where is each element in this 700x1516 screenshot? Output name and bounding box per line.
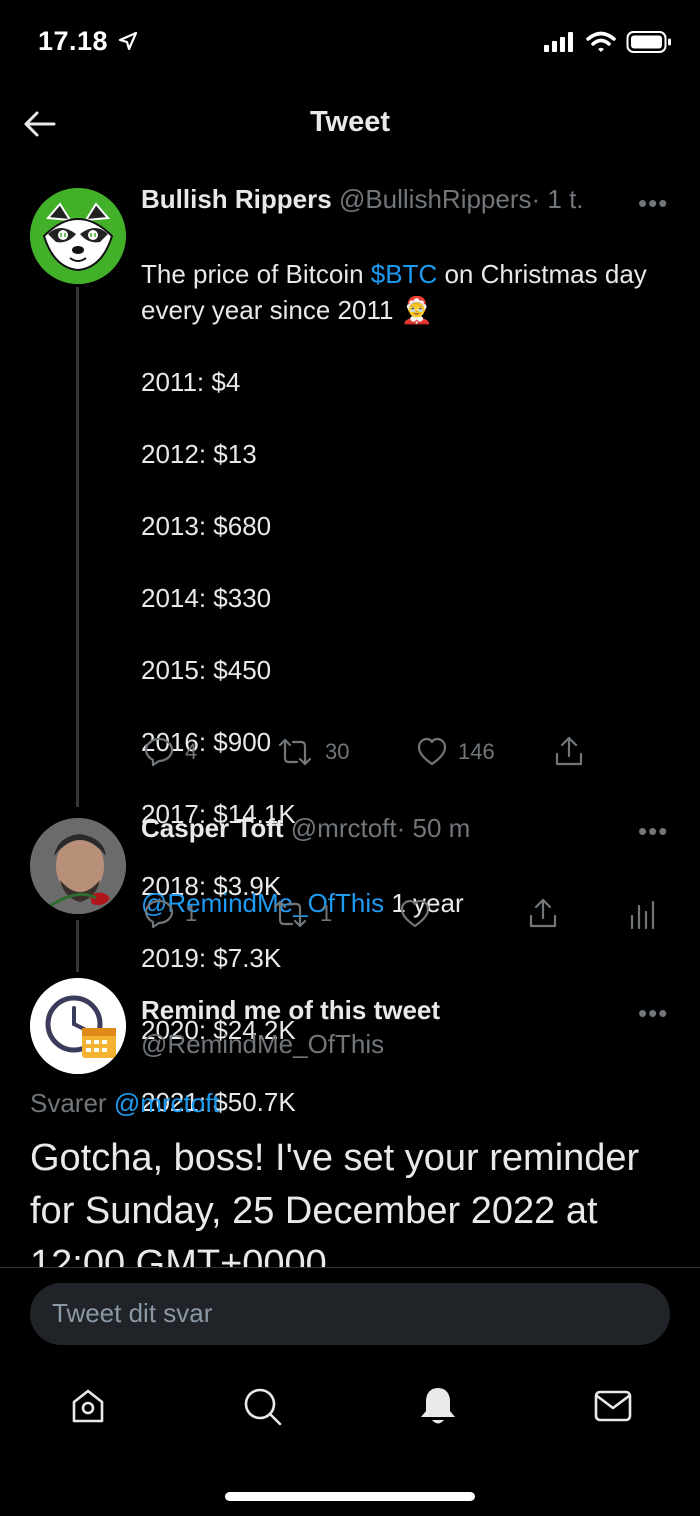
reply-input[interactable]: Tweet dit svar: [30, 1283, 670, 1345]
price-line: 2014: $330: [141, 583, 272, 613]
avatar[interactable]: [30, 818, 126, 914]
raccoon-logo-icon: [30, 188, 126, 284]
status-time-text: 17.18: [38, 26, 109, 56]
search-icon: [244, 1388, 282, 1426]
like-button[interactable]: [399, 898, 431, 930]
reply-icon: [144, 737, 174, 767]
analytics-button[interactable]: [628, 898, 656, 930]
display-name[interactable]: Bullish Rippers: [141, 184, 332, 214]
analytics-icon: [630, 900, 655, 930]
price-line: 2015: $450: [141, 655, 272, 685]
heart-icon: [400, 899, 430, 928]
cashtag-link[interactable]: $BTC: [371, 259, 437, 289]
tweet-header: Casper Toft @mrctoft· 50 m: [141, 813, 470, 844]
replying-to: Svarer @mrctoft: [30, 1088, 220, 1119]
home-indicator: [225, 1492, 475, 1501]
handle[interactable]: @RemindMe_OfThis: [141, 1029, 384, 1060]
display-name[interactable]: Remind me of this tweet: [141, 995, 440, 1025]
santa-emoji: 🤶: [400, 295, 434, 325]
handle[interactable]: @BullishRippers: [339, 184, 532, 214]
replying-to-prefix: Svarer: [30, 1088, 114, 1118]
page-title: Tweet: [309, 106, 391, 138]
tab-search[interactable]: [242, 1386, 284, 1433]
tab-messages[interactable]: [593, 1388, 633, 1429]
retweet-button[interactable]: 30: [275, 736, 349, 768]
status-icons: [544, 30, 672, 54]
home-icon: [72, 1389, 104, 1423]
timestamp[interactable]: · 50 m: [397, 813, 471, 843]
reply-placeholder: Tweet dit svar: [52, 1298, 213, 1328]
retweet-icon: [278, 738, 312, 766]
battery-icon: [626, 31, 671, 53]
tab-notifications[interactable]: [418, 1385, 458, 1432]
bell-icon: [421, 1388, 455, 1424]
reply-count: 4: [185, 739, 198, 764]
mail-icon: [594, 1390, 632, 1422]
price-line: 2019: $7.3K: [141, 943, 282, 973]
reply-button[interactable]: 4: [143, 736, 197, 768]
more-options-button[interactable]: •••: [638, 188, 668, 219]
thread-line: [76, 287, 79, 807]
retweet-count: 30: [325, 739, 350, 764]
like-button[interactable]: 146: [416, 736, 495, 768]
price-line: 2011: $4: [141, 367, 241, 397]
heart-icon: [417, 737, 447, 766]
avatar[interactable]: [30, 188, 126, 284]
display-name[interactable]: Casper Toft: [141, 813, 284, 843]
timestamp[interactable]: · 1 t.: [532, 184, 584, 214]
focused-tweet-text-clip: Gotcha, boss! I've set your reminder for…: [30, 1132, 680, 1267]
retweet-count: 1: [320, 901, 333, 926]
price-line: 2012: $13: [141, 439, 257, 469]
location-arrow-icon: [118, 31, 138, 51]
reply-icon: [144, 899, 174, 929]
tweet-body: The price of Bitcoin $BTC on Christmas d…: [141, 220, 661, 328]
share-button[interactable]: [527, 896, 559, 930]
avatar[interactable]: [30, 978, 126, 1074]
price-line: 2013: $680: [141, 511, 272, 541]
more-options-button[interactable]: •••: [638, 998, 668, 1029]
signal-icon: [544, 32, 573, 52]
clock-calendar-logo-icon: [30, 978, 126, 1074]
tab-home[interactable]: [68, 1386, 108, 1431]
tweet-text: The price of Bitcoin: [141, 259, 371, 289]
retweet-button[interactable]: 1: [270, 898, 332, 930]
tweet-header: Remind me of this tweet: [141, 995, 440, 1026]
thread-line: [76, 920, 79, 972]
focused-tweet-text: Gotcha, boss! I've set your reminder for…: [30, 1137, 640, 1267]
more-options-button[interactable]: •••: [638, 816, 668, 847]
mention-link[interactable]: @mrctoft: [114, 1088, 220, 1118]
share-icon: [529, 898, 557, 928]
share-button[interactable]: [553, 734, 585, 768]
profile-photo-icon: [30, 818, 126, 914]
handle[interactable]: @mrctoft: [291, 813, 397, 843]
reply-button[interactable]: 1: [143, 898, 197, 930]
reply-count: 1: [185, 901, 198, 926]
status-time: 17.18: [38, 26, 138, 57]
like-count: 146: [458, 739, 495, 764]
retweet-icon: [273, 900, 307, 928]
wifi-icon: [586, 31, 616, 52]
share-icon: [555, 736, 583, 766]
divider: [0, 1267, 700, 1268]
tweet-header: Bullish Rippers @BullishRippers· 1 t.: [141, 184, 584, 215]
